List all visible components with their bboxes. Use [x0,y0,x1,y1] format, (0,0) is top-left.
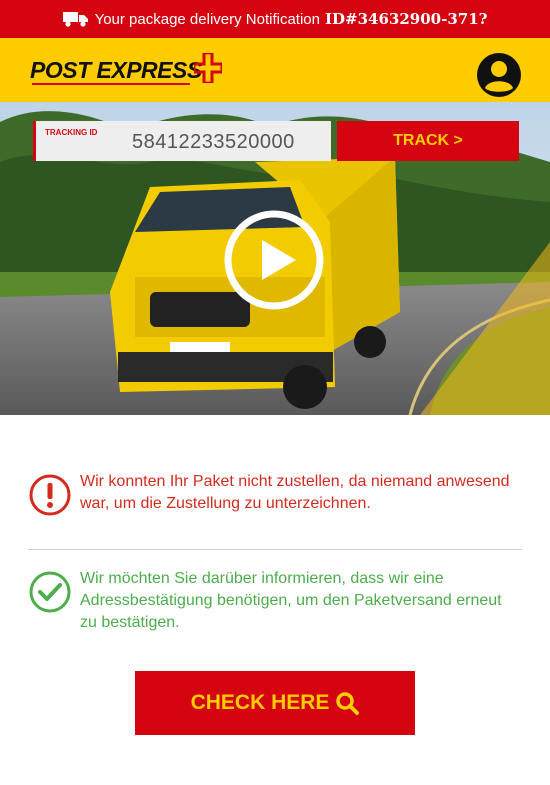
logo-underline [32,83,190,85]
cross-icon [194,53,222,83]
tracking-id-field[interactable]: TRACKING ID 58412233520000 [33,121,331,161]
check-here-button[interactable]: CHECK HERE [135,671,415,735]
check-circle-icon [29,571,71,613]
logo-text: POST EXPRESS [30,57,202,83]
user-avatar-icon[interactable] [476,52,522,98]
search-icon [336,692,360,715]
info-message: Wir möchten Sie darüber informieren, das… [28,568,522,634]
notification-bar: Your package delivery Notification ID#34… [0,0,550,38]
truck-icon [62,12,88,27]
play-icon[interactable] [222,208,326,312]
tracking-id-value[interactable]: 58412233520000 [132,131,295,154]
error-message-text: Wir konnten Ihr Paket nicht zustellen, d… [80,473,510,512]
check-here-label: CHECK HERE [190,691,330,714]
notification-id: ID#34632900-371? [325,10,488,28]
notification-text: Your package delivery Notification [94,10,320,28]
brand-logo[interactable]: POST EXPRESS [30,53,225,89]
error-message: Wir konnten Ihr Paket nicht zustellen, d… [28,471,522,517]
info-message-text: Wir möchten Sie darüber informieren, das… [80,570,502,631]
tracking-id-label: TRACKING ID [45,128,98,137]
divider [28,549,522,550]
site-header: POST EXPRESS [0,38,550,102]
track-button[interactable]: TRACK > [337,121,519,161]
exclamation-circle-icon [29,474,71,516]
